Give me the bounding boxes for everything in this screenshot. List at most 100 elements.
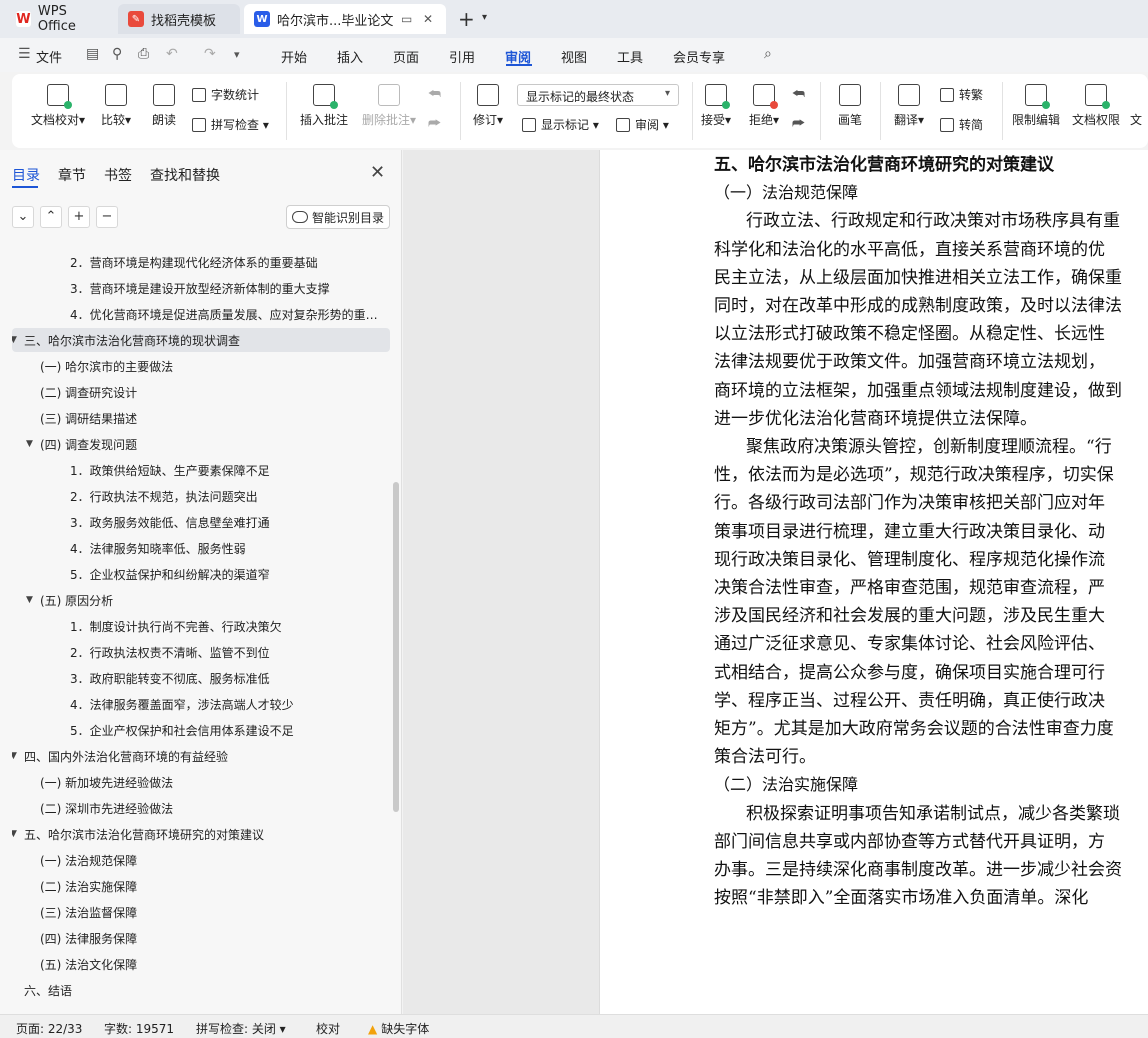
pane-scrollbar[interactable]: [393, 482, 399, 812]
toc-item[interactable]: (三) 法治监督保障: [12, 900, 390, 924]
expand-toggle-icon[interactable]: ▼: [26, 439, 40, 449]
collapse-all-icon[interactable]: ⌄: [12, 206, 34, 228]
expand-toggle-icon[interactable]: ▼: [12, 751, 24, 761]
close-icon[interactable]: ✕: [370, 162, 385, 183]
menu-tools[interactable]: 工具: [617, 47, 643, 66]
toc-item[interactable]: (一) 法治规范保障: [12, 848, 390, 872]
pane-tab-chapters[interactable]: 章节: [58, 165, 86, 185]
search-icon[interactable]: ⌕: [764, 46, 772, 62]
menu-file[interactable]: 文件: [36, 47, 62, 66]
remove-heading-icon[interactable]: −: [96, 206, 118, 228]
toc-item[interactable]: (一) 新加坡先进经验做法: [12, 770, 390, 794]
pen-button[interactable]: 画笔: [832, 84, 868, 128]
markup-state-select[interactable]: 显示标记的最终状态 ▾: [517, 84, 679, 106]
print-preview-icon[interactable]: ⎙: [138, 46, 149, 62]
next-comment-icon[interactable]: ⮫: [428, 116, 441, 132]
expand-toggle-icon[interactable]: ▼: [12, 829, 24, 839]
doc-check-button[interactable]: 文档校对▾: [28, 84, 88, 128]
toc-item[interactable]: 六、结语: [12, 978, 390, 1002]
toc-item[interactable]: 3．政府职能转变不彻底、服务标准低: [12, 666, 390, 690]
menu-references[interactable]: 引用: [449, 47, 475, 66]
word-count[interactable]: 字数: 19571: [104, 1020, 174, 1037]
toc-item[interactable]: 1．政策供给短缺、生产要素保障不足: [12, 458, 390, 482]
undo-icon[interactable]: ↶: [166, 46, 178, 62]
toc-item[interactable]: 4．法律服务知晓率低、服务性弱: [12, 536, 390, 560]
pane-tab-toc[interactable]: 目录: [12, 165, 40, 185]
pane-tab-find-replace[interactable]: 查找和替换: [150, 165, 220, 185]
toc-item[interactable]: ▼ (五) 原因分析: [12, 588, 390, 612]
toc-item[interactable]: 4．法律服务覆盖面窄，涉法高端人才较少: [12, 692, 390, 716]
chevron-down-icon[interactable]: ▾: [482, 12, 487, 23]
toc-item[interactable]: ▼ (四) 调查发现问题: [12, 432, 390, 456]
toc-item[interactable]: 5．企业产权保护和社会信用体系建设不足: [12, 718, 390, 742]
toc-item[interactable]: ▼ 五、哈尔滨市法治化营商环境研究的对策建议: [12, 822, 390, 846]
pane-tab-bookmarks[interactable]: 书签: [104, 165, 132, 185]
to-simplified-button[interactable]: 转简: [940, 116, 983, 133]
read-aloud-button[interactable]: 朗读: [146, 84, 182, 128]
toc-item[interactable]: 1．制度设计执行尚不完善、行政决策欠: [12, 614, 390, 638]
menu-page[interactable]: 页面: [393, 47, 419, 66]
menu-insert[interactable]: 插入: [337, 47, 363, 66]
menu-member[interactable]: 会员专享: [673, 47, 725, 66]
toc-item[interactable]: (三) 调研结果描述: [12, 406, 390, 430]
doc-more-button[interactable]: 文: [1130, 84, 1148, 128]
expand-toggle-icon[interactable]: ▼: [12, 335, 24, 345]
restrict-edit-button[interactable]: 限制编辑: [1010, 84, 1062, 128]
spell-check-status[interactable]: 拼写检查: 关闭 ▾: [196, 1020, 286, 1037]
document-page[interactable]: 五、哈尔滨市法治化营商环境研究的对策建议 （一）法治规范保障 行政立法、行政规定和行…: [599, 150, 1148, 1014]
add-heading-icon[interactable]: +: [68, 206, 90, 228]
reject-button[interactable]: 拒绝▾: [744, 84, 784, 128]
toc-item[interactable]: (一) 哈尔滨市的主要做法: [12, 354, 390, 378]
toc-item[interactable]: 2．行政执法权责不清晰、监管不到位: [12, 640, 390, 664]
toc-item[interactable]: 2．营商环境是构建现代化经济体系的重要基础: [12, 250, 390, 274]
delete-comment-button[interactable]: 删除批注▾: [358, 84, 420, 128]
share-icon[interactable]: ⚲: [112, 46, 122, 62]
toc-item[interactable]: (五) 法治文化保障: [12, 952, 390, 976]
next-change-icon[interactable]: ⮫: [792, 116, 805, 132]
translate-button[interactable]: 翻译▾: [888, 84, 930, 128]
doc-permission-button[interactable]: 文档权限: [1070, 84, 1122, 128]
tab-document[interactable]: W 哈尔滨市...毕业论文 ▭ ✕: [244, 4, 446, 34]
word-count-button[interactable]: 字数统计: [192, 86, 259, 103]
review-pane-button[interactable]: 审阅 ▾: [616, 116, 669, 133]
expand-toggle-icon[interactable]: ▼: [26, 595, 40, 605]
toc-item[interactable]: 2．行政执法不规范，执法问题突出: [12, 484, 390, 508]
show-markup-button[interactable]: 显示标记 ▾: [522, 116, 599, 133]
toc-item[interactable]: 3．营商环境是建设开放型经济新体制的重大支撑: [12, 276, 390, 300]
hamburger-menu-icon[interactable]: ☰: [18, 46, 31, 62]
track-changes-button[interactable]: 修订▾: [468, 84, 508, 128]
toc-item[interactable]: 5．企业权益保护和纠纷解决的渠道窄: [12, 562, 390, 586]
spell-check-button[interactable]: 拼写检查 ▾: [192, 116, 269, 133]
review-ribbon: 文档校对▾ 比较▾ 朗读 字数统计 拼写检查 ▾ 插入批注 删除批注▾ ⮪ ⮫ …: [12, 74, 1148, 148]
to-traditional-button[interactable]: 转繁: [940, 86, 983, 103]
menu-view[interactable]: 视图: [561, 47, 587, 66]
tab-template[interactable]: ✎ 找稻壳模板: [118, 4, 240, 34]
toc-item[interactable]: ▼ 四、国内外法治化营商环境的有益经验: [12, 744, 390, 768]
missing-font-status[interactable]: ▲ 缺失字体: [368, 1020, 429, 1037]
page-indicator[interactable]: 页面: 22/33: [16, 1020, 82, 1037]
accept-button[interactable]: 接受▾: [698, 84, 734, 128]
previous-change-icon[interactable]: ⮪: [792, 86, 805, 102]
toc-item[interactable]: ▼ 三、哈尔滨市法治化营商环境的现状调查: [12, 328, 390, 352]
toc-item[interactable]: (二) 法治实施保障: [12, 874, 390, 898]
menu-start[interactable]: 开始: [281, 47, 307, 66]
window-mode-icon[interactable]: ▭: [398, 12, 415, 26]
document-text-line: 策合法可行。: [714, 747, 816, 768]
redo-icon[interactable]: ↷: [204, 46, 216, 62]
expand-up-icon[interactable]: ⌃: [40, 206, 62, 228]
toc-item[interactable]: (四) 法律服务保障: [12, 926, 390, 950]
toc-item[interactable]: (二) 深圳市先进经验做法: [12, 796, 390, 820]
compare-button[interactable]: 比较▾: [96, 84, 136, 128]
insert-comment-button[interactable]: 插入批注: [298, 84, 350, 128]
toc-item[interactable]: 3．政务服务效能低、信息壁垒难打通: [12, 510, 390, 534]
save-icon[interactable]: ▤: [86, 46, 99, 62]
toc-item[interactable]: (二) 调查研究设计: [12, 380, 390, 404]
close-tab-icon[interactable]: ✕: [420, 12, 436, 26]
toc-item[interactable]: 4．优化营商环境是促进高质量发展、应对复杂形势的重…: [12, 302, 390, 326]
previous-comment-icon[interactable]: ⮪: [428, 86, 441, 102]
tab-wps-office[interactable]: W WPS Office: [6, 4, 114, 34]
proofread-status[interactable]: 校对: [316, 1020, 340, 1037]
smart-toc-button[interactable]: 智能识别目录: [286, 205, 390, 229]
new-tab-icon[interactable]: +: [458, 8, 475, 30]
quick-access-more-icon[interactable]: ▾: [234, 48, 240, 61]
